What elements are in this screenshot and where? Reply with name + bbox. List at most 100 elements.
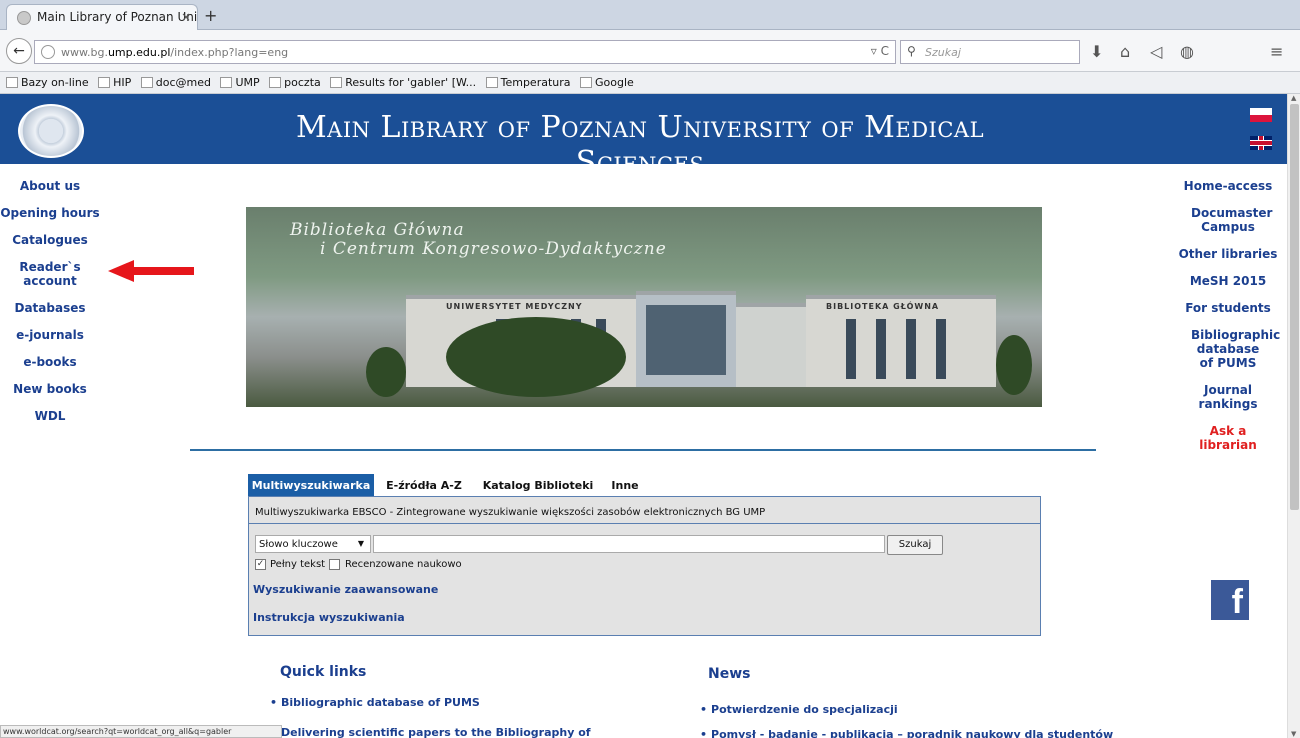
url-domain: ump.edu.pl (107, 46, 171, 59)
bookmarks-bar: Bazy on-line HIP doc@med UMP poczta Resu… (0, 72, 1300, 94)
new-tab-button[interactable]: + (204, 6, 217, 25)
nav-e-journals[interactable]: e-journals (0, 328, 100, 342)
nav-journal-rankings[interactable]: Journal rankings (1176, 383, 1280, 411)
nav-catalogues[interactable]: Catalogues (0, 233, 100, 247)
nav-bibliographic-database[interactable]: Bibliographic database of PUMS (1191, 328, 1280, 370)
search-panel: Multiwyszukiwarka EBSCO - Zintegrowane w… (248, 496, 1041, 636)
news-item[interactable]: • Pomysł - badanie - publikacja – poradni… (700, 728, 1113, 738)
menu-icon[interactable]: ≡ (1270, 42, 1283, 61)
nav-new-books[interactable]: New books (0, 382, 100, 396)
quick-link-item[interactable]: • Bibliographic database of PUMS (270, 696, 480, 709)
nav-databases[interactable]: Databases (0, 301, 100, 315)
building-lower (736, 303, 806, 387)
section-divider (190, 449, 1096, 451)
nav-for-students[interactable]: For students (1176, 301, 1280, 315)
bookmark-item[interactable]: HIP (98, 76, 131, 89)
home-icon[interactable]: ⌂ (1120, 42, 1130, 61)
search-button[interactable]: Szukaj (887, 535, 943, 555)
bookmark-icon (98, 77, 111, 88)
addon-icon[interactable]: ◍ (1180, 42, 1194, 61)
bookmark-item[interactable]: poczta (269, 76, 321, 89)
nav-opening-hours[interactable]: Opening hours (0, 206, 100, 220)
news-heading: News (708, 666, 751, 682)
chevron-down-icon: ▼ (357, 539, 364, 548)
scroll-thumb[interactable] (1290, 104, 1299, 510)
nav-mesh-2015[interactable]: MeSH 2015 (1176, 274, 1280, 288)
nav-home-access[interactable]: Home-access (1176, 179, 1280, 193)
scroll-down-icon[interactable]: ▼ (1291, 730, 1296, 738)
building-center (636, 291, 736, 387)
building-right: BIBLIOTEKA GŁÓWNA (806, 295, 996, 387)
page-content: Main Library of Poznan University of Med… (0, 94, 1287, 738)
fulltext-checkbox[interactable]: ✓ (255, 559, 266, 570)
search-input[interactable] (373, 535, 885, 553)
nav-about-us[interactable]: About us (0, 179, 100, 193)
browser-tab[interactable]: Main Library of Poznan Uni... × (6, 4, 198, 30)
right-navigation: Home-access Documaster Campus Other libr… (1176, 179, 1281, 465)
tab-multiwyszukiwarka[interactable]: Multiwyszukiwarka (248, 474, 374, 496)
bookmark-item[interactable]: doc@med (140, 76, 211, 89)
search-description: Multiwyszukiwarka EBSCO - Zintegrowane w… (255, 507, 766, 518)
bookmark-item[interactable]: UMP (220, 76, 260, 89)
bookmark-icon (330, 77, 343, 88)
tree (996, 335, 1032, 395)
browser-window: Main Library of Poznan Uni... × + ← www.… (0, 0, 1300, 738)
english-flag-icon[interactable] (1250, 136, 1272, 150)
bookmark-item[interactable]: Google (580, 76, 634, 89)
bookmark-icon (220, 77, 233, 88)
site-banner: Main Library of Poznan University of Med… (0, 94, 1287, 180)
left-navigation: About us Opening hours Catalogues Reader… (0, 179, 100, 436)
browser-search-input[interactable]: ⚲ Szukaj (900, 40, 1080, 64)
url-path: /index.php?lang=eng (170, 46, 289, 59)
nav-readers-account[interactable]: Reader`s account (15, 260, 85, 288)
url-prefix: www.bg. (61, 46, 108, 59)
search-help-link[interactable]: Instrukcja wyszukiwania (253, 611, 405, 624)
tab-inne[interactable]: Inne (602, 474, 648, 496)
globe-icon (41, 45, 55, 59)
bookmark-icon (6, 77, 18, 88)
address-bar[interactable]: www.bg.ump.edu.pl/index.php?lang=eng ▿ C (34, 40, 896, 64)
peer-reviewed-checkbox[interactable] (329, 559, 340, 570)
peer-reviewed-label: Recenzowane naukowo (345, 559, 462, 570)
red-arrow-icon (108, 260, 194, 282)
status-bar: www.worldcat.org/search?qt=worldcat_org_… (0, 725, 282, 738)
fulltext-label: Pełny tekst (270, 559, 326, 570)
facebook-icon[interactable]: f (1211, 580, 1249, 620)
bookmark-item[interactable]: Results for 'gabler' [W... (330, 76, 476, 89)
quick-links-heading: Quick links (280, 664, 367, 680)
tree (366, 347, 406, 397)
reload-icon[interactable]: ▿ C (871, 44, 889, 58)
advanced-search-link[interactable]: Wyszukiwanie zaawansowane (253, 583, 438, 596)
photo-caption: Biblioteka Główna i Centrum Kongresowo-D… (290, 220, 667, 259)
download-icon[interactable]: ⬇ (1090, 42, 1103, 61)
nav-other-libraries[interactable]: Other libraries (1176, 247, 1280, 261)
quick-link-item[interactable]: •Delivering scientific papers to the Bib… (270, 726, 591, 738)
bookmark-item[interactable]: Bazy on-line (6, 76, 89, 89)
tab-katalog[interactable]: Katalog Biblioteki (474, 474, 602, 496)
bookmark-icon (580, 77, 593, 88)
polish-flag-icon[interactable] (1250, 108, 1272, 122)
news-item[interactable]: • Potwierdzenie do specjalizacji (700, 703, 898, 716)
nav-ask-a-librarian[interactable]: Ask a librarian (1193, 424, 1263, 452)
bookmark-item[interactable]: Temperatura (485, 76, 571, 89)
library-building-photo: Biblioteka Główna i Centrum Kongresowo-D… (246, 207, 1042, 407)
bookmark-icon (269, 77, 282, 88)
tab-e-zrodla[interactable]: E-źródła A-Z (374, 474, 474, 496)
send-icon[interactable]: ◁ (1150, 42, 1162, 61)
bookmark-icon (140, 77, 153, 88)
search-field-select[interactable]: Słowo kluczowe ▼ (255, 535, 371, 553)
page-scrollbar[interactable]: ▲ ▼ (1287, 94, 1300, 738)
back-button[interactable]: ← (6, 38, 32, 64)
tab-bar: Main Library of Poznan Uni... × + (0, 0, 1300, 30)
close-tab-icon[interactable]: × (181, 10, 191, 24)
search-icon: ⚲ (907, 44, 916, 58)
nav-wdl[interactable]: WDL (0, 409, 100, 423)
nav-documaster-campus[interactable]: Documaster Campus (1191, 206, 1272, 234)
search-placeholder: Szukaj (925, 46, 961, 59)
page-title: Main Library of Poznan University of Med… (295, 110, 985, 180)
favicon-icon (17, 11, 31, 25)
university-seal-icon[interactable] (18, 104, 84, 158)
nav-e-books[interactable]: e-books (0, 355, 100, 369)
tab-title: Main Library of Poznan Uni... (37, 10, 198, 24)
scroll-up-icon[interactable]: ▲ (1291, 94, 1296, 102)
